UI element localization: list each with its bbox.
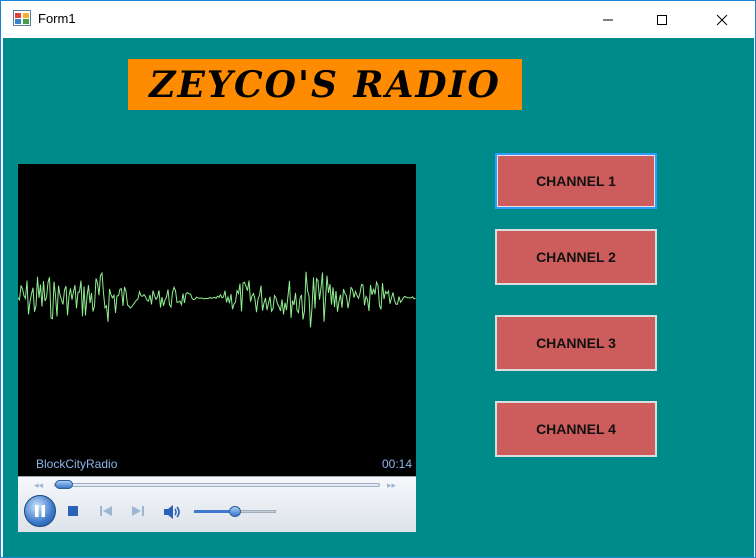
previous-icon[interactable] [98, 504, 114, 518]
seek-forward-icon[interactable]: ▸▸ [387, 480, 396, 491]
channel-4-button[interactable]: CHANNEL 4 [495, 401, 657, 457]
form-client-area: ZEYCO'S RADIO BlockCityRadio 00:14 ◂◂ ▸▸ [3, 38, 754, 557]
next-icon[interactable] [130, 504, 146, 518]
seek-thumb[interactable] [55, 480, 73, 489]
windows-form-icon [13, 10, 31, 26]
volume-level-fill [194, 510, 234, 513]
seek-back-icon[interactable]: ◂◂ [34, 480, 43, 491]
close-icon [716, 14, 728, 25]
volume-thumb[interactable] [229, 506, 241, 517]
radio-logo: ZEYCO'S RADIO [128, 59, 522, 110]
logo-text: ZEYCO'S RADIO [149, 63, 501, 106]
maximize-icon [657, 14, 667, 25]
close-button[interactable] [699, 1, 745, 38]
channel-3-button[interactable]: CHANNEL 3 [495, 315, 657, 371]
window-title: Form1 [38, 11, 76, 26]
minimize-icon [603, 19, 613, 20]
app-window: Form1 ZEYCO'S RADIO BlockCityRadio 00:14… [0, 0, 756, 558]
channel-2-button[interactable]: CHANNEL 2 [495, 229, 657, 285]
elapsed-time: 00:14 [381, 457, 412, 471]
seek-bar[interactable] [54, 483, 380, 487]
audio-visualizer [18, 271, 416, 328]
channel-1-button[interactable]: CHANNEL 1 [495, 153, 657, 209]
title-bar[interactable]: Form1 [1, 1, 755, 38]
pause-button[interactable] [24, 495, 56, 527]
maximize-button[interactable] [639, 1, 685, 38]
station-name: BlockCityRadio [36, 457, 118, 471]
pause-icon [35, 505, 45, 517]
media-player[interactable]: BlockCityRadio 00:14 ◂◂ ▸▸ [18, 164, 416, 532]
minimize-button[interactable] [585, 1, 631, 38]
stop-icon[interactable] [66, 504, 80, 518]
player-controls: ◂◂ ▸▸ [18, 476, 416, 532]
volume-icon[interactable] [163, 504, 183, 520]
